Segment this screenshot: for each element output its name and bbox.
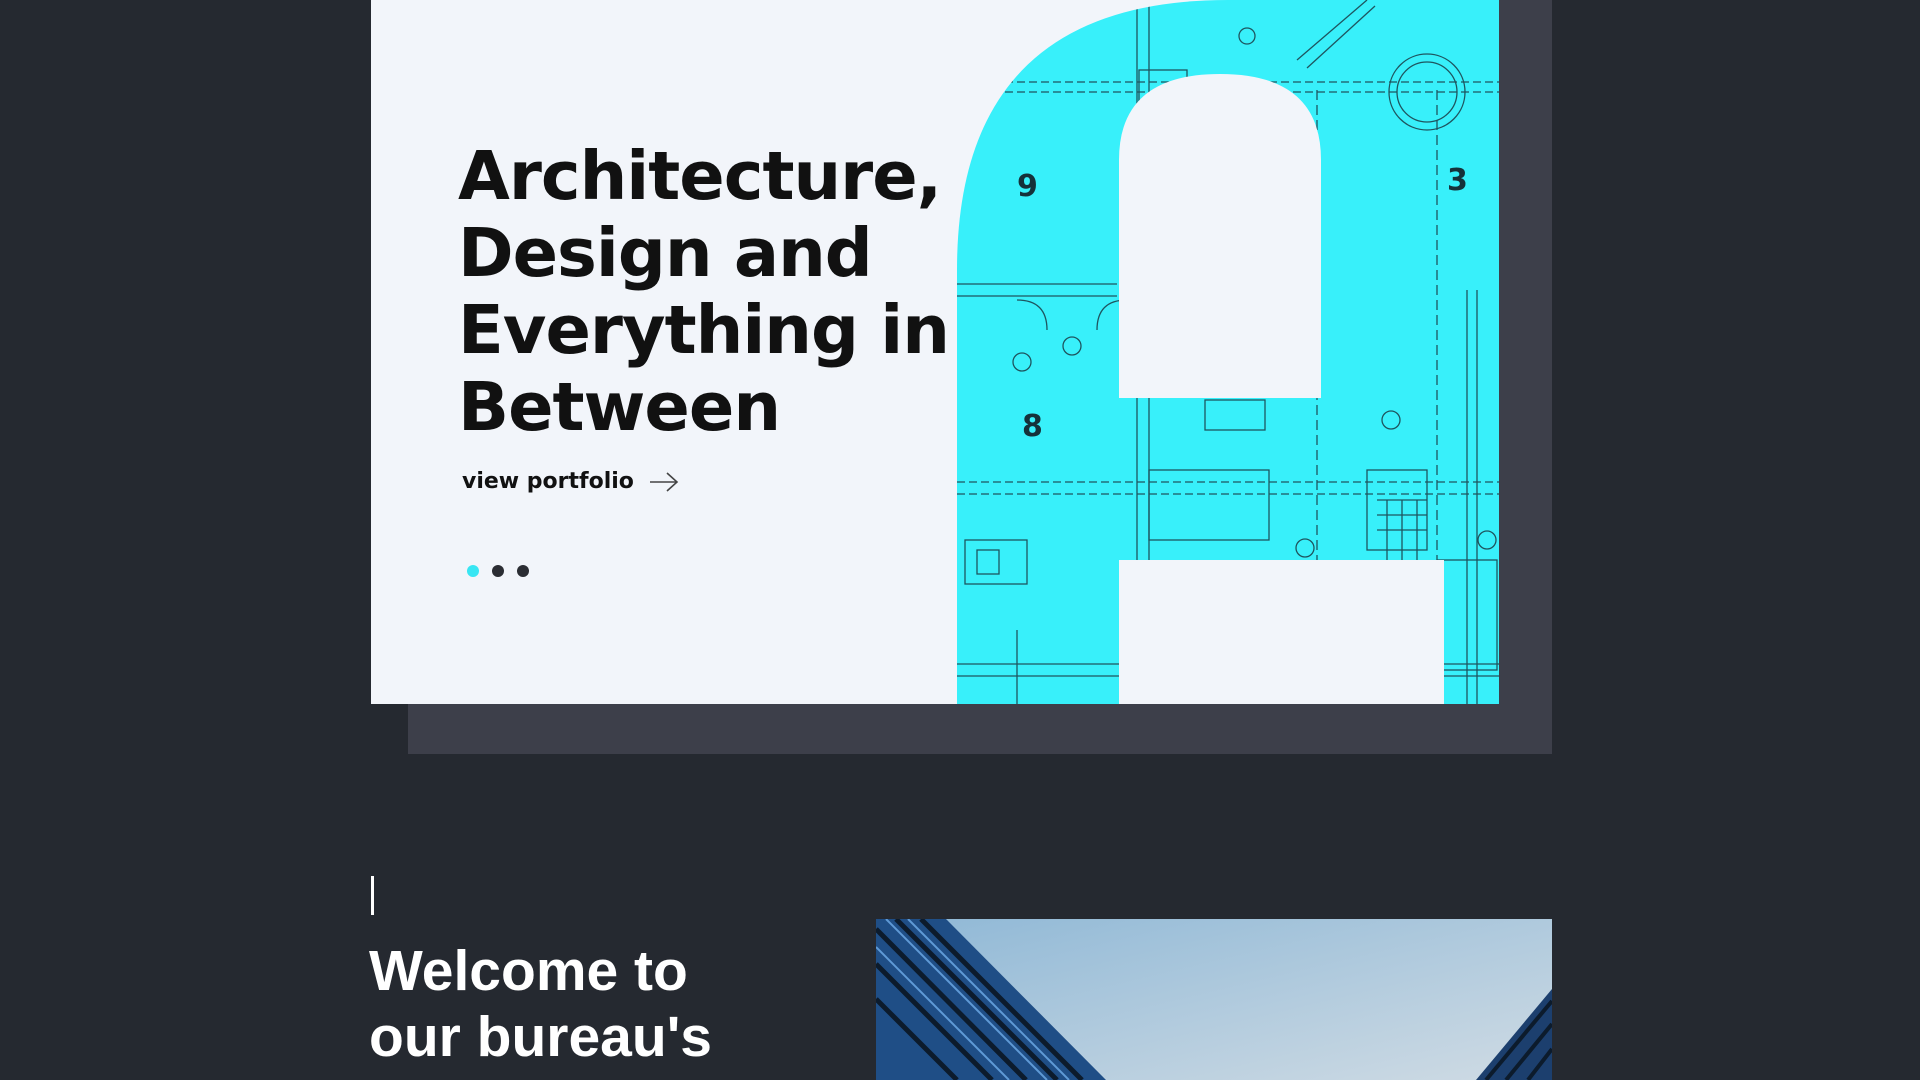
- section-marker: [371, 876, 374, 915]
- welcome-heading: Welcome to our bureau's: [369, 938, 829, 1070]
- slider-dots: [467, 565, 529, 577]
- welcome-line2: our bureau's: [369, 1005, 712, 1069]
- view-portfolio-link[interactable]: view portfolio: [462, 469, 680, 494]
- view-portfolio-label: view portfolio: [462, 469, 634, 494]
- building-photo: [876, 919, 1552, 1080]
- arrow-right-icon: [649, 471, 679, 492]
- blueprint-arch-image: 9 3 8: [957, 0, 1499, 704]
- slider-dot-2[interactable]: [492, 565, 504, 577]
- welcome-line1-rest: to: [618, 939, 688, 1003]
- room-number-8: 8: [1022, 409, 1043, 444]
- room-number-3: 3: [1447, 163, 1468, 198]
- welcome-bold-word: Welcome: [369, 939, 619, 1003]
- slider-dot-1[interactable]: [467, 565, 479, 577]
- hero-title: Architecture, Design and Everything in B…: [458, 137, 950, 446]
- hero-card: Architecture, Design and Everything in B…: [371, 0, 1499, 704]
- room-number-9: 9: [1017, 169, 1038, 204]
- slider-dot-3[interactable]: [517, 565, 529, 577]
